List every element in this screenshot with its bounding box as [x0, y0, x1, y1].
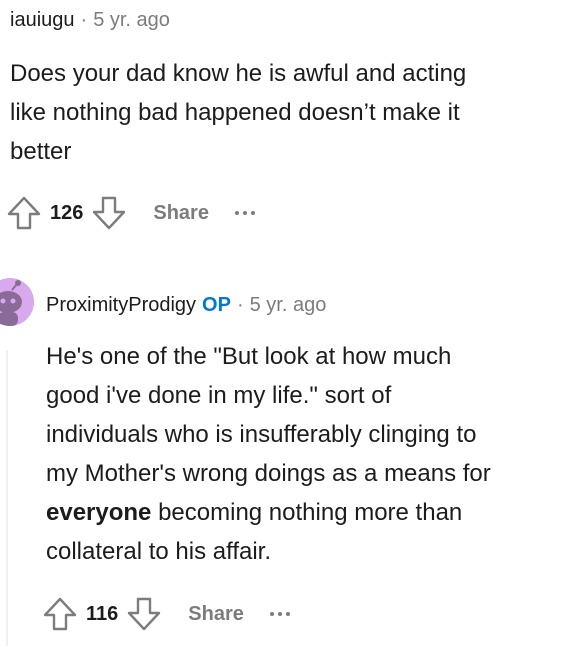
- comment-body-line: like nothing bad happened doesn’t make i…: [10, 99, 460, 126]
- comment-meta: ProximityProdigy OP · 5 yr. ago: [46, 293, 326, 317]
- comment-body-line: He's one of the "But look at how much: [46, 343, 452, 370]
- snoo-avatar-icon[interactable]: [0, 278, 34, 326]
- comment-body-line: my Mother's wrong doings as a means for: [46, 460, 491, 487]
- share-button[interactable]: Share: [188, 603, 244, 626]
- comment-body: Does your dad know he is awful and actin…: [10, 54, 570, 171]
- share-button[interactable]: Share: [153, 202, 209, 225]
- comment-body: He's one of the "But look at how much go…: [46, 337, 576, 571]
- meta-separator: ·: [80, 9, 88, 31]
- comment-body-line: Does your dad know he is awful and actin…: [10, 60, 467, 87]
- thread-line[interactable]: [6, 350, 8, 646]
- meta-separator: ·: [236, 294, 244, 316]
- comment-body-line: collateral to his affair.: [46, 538, 272, 565]
- comment-body-line: better: [10, 138, 72, 165]
- comment-timestamp[interactable]: 5 yr. ago: [250, 294, 327, 316]
- emphasized-text: everyone: [46, 499, 152, 526]
- arrow-down-icon[interactable]: [91, 195, 127, 231]
- comment-body-line: good i've done in my life." sort of: [46, 382, 392, 409]
- comment-timestamp[interactable]: 5 yr. ago: [93, 9, 170, 31]
- arrow-up-icon[interactable]: [6, 195, 42, 231]
- more-horizontal-icon[interactable]: [234, 211, 255, 215]
- comment-meta: iauiugu · 5 yr. ago: [10, 8, 170, 32]
- comment-author[interactable]: ProximityProdigy: [46, 294, 196, 316]
- comment-body-line: everyone becoming nothing more than: [46, 493, 576, 532]
- comment-actions: 126 Share: [6, 193, 255, 233]
- vote-count: 126: [50, 201, 84, 224]
- vote-count: 116: [86, 602, 119, 625]
- comment-body-line: individuals who is insufferably clinging…: [46, 421, 477, 448]
- arrow-up-icon[interactable]: [42, 596, 78, 632]
- comment-author[interactable]: iauiugu: [10, 9, 75, 31]
- comment-body-text: becoming nothing more than: [151, 499, 463, 526]
- more-horizontal-icon[interactable]: [269, 612, 290, 616]
- arrow-down-icon[interactable]: [126, 596, 162, 632]
- comment-actions: 116 Share: [42, 594, 290, 634]
- op-badge: OP: [202, 294, 231, 316]
